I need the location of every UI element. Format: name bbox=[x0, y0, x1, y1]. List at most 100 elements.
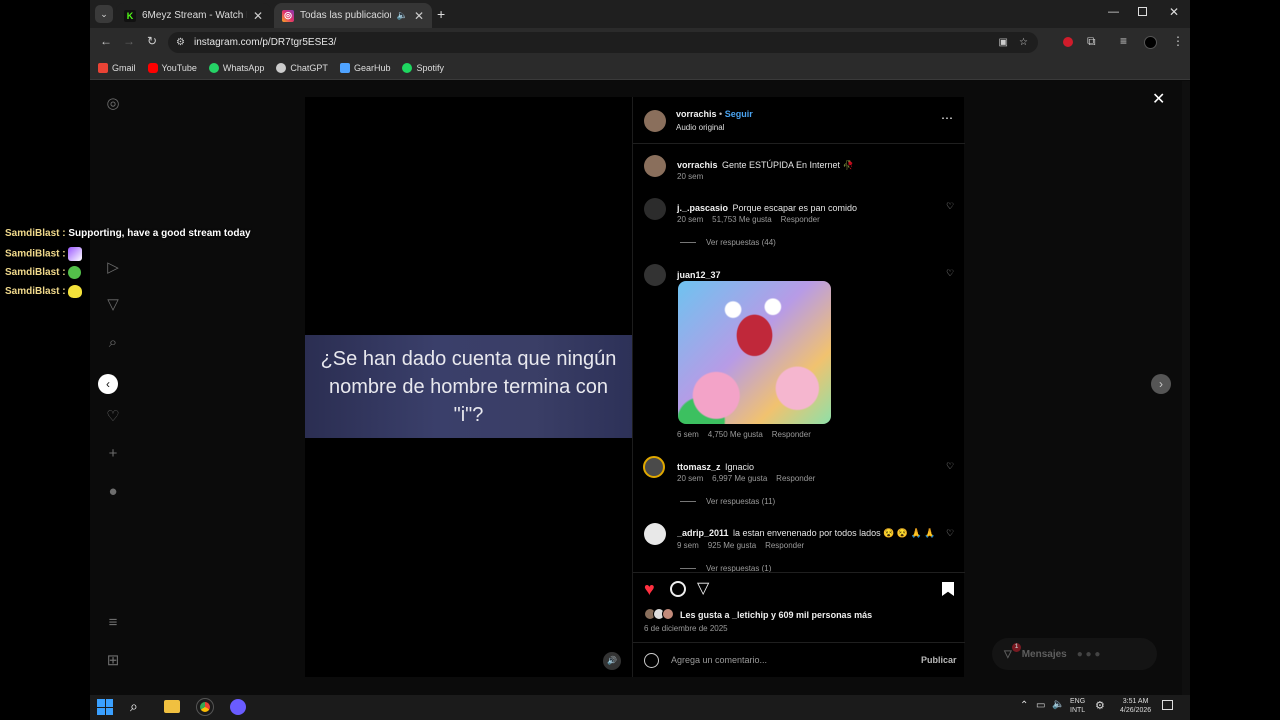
more-menu-icon[interactable]: ≡ bbox=[104, 614, 122, 632]
search-icon[interactable]: ⌕ bbox=[130, 698, 138, 715]
bookmark-star-icon[interactable]: ☆ bbox=[1019, 32, 1028, 53]
follow-button[interactable]: Seguir bbox=[725, 109, 753, 119]
page-scrollbar[interactable] bbox=[1182, 81, 1190, 695]
comment-username[interactable]: ttomasz_z bbox=[677, 462, 721, 472]
tab-instagram[interactable]: ◎ Todas las publicaciones • In 🔈 ✕ bbox=[274, 3, 432, 28]
notifications-icon[interactable]: ▽ bbox=[104, 296, 122, 314]
forward-icon[interactable]: → bbox=[123, 34, 135, 48]
more-options-icon[interactable]: ⋯ bbox=[941, 111, 953, 125]
like-heart-icon[interactable]: ♥ bbox=[644, 579, 655, 600]
post-video[interactable]: ¿Se han dado cuenta que ningún nombre de… bbox=[305, 97, 632, 677]
emoji-icon[interactable] bbox=[644, 653, 659, 668]
clock[interactable]: 3:51 AM 4/26/2026 bbox=[1120, 697, 1151, 715]
close-tab-icon[interactable]: ✕ bbox=[414, 9, 424, 23]
mute-tab-icon[interactable]: 🔈 bbox=[397, 10, 408, 21]
caption-username[interactable]: vorrachis bbox=[677, 160, 718, 170]
notification-icon[interactable] bbox=[1162, 700, 1173, 710]
bookmark-gmail[interactable]: Gmail bbox=[98, 62, 136, 73]
address-bar[interactable]: ⚙ instagram.com/p/DR7tgr5ESE3/ ▣ ☆ bbox=[168, 32, 1038, 53]
tray-chevron-icon[interactable]: ⌃ bbox=[1020, 700, 1028, 711]
next-post-button[interactable]: › bbox=[1151, 374, 1171, 394]
view-replies-text[interactable]: Ver respuestas (11) bbox=[706, 497, 775, 506]
tab-search-button[interactable]: ⌄ bbox=[95, 5, 113, 23]
comment-like-icon[interactable]: ♡ bbox=[946, 528, 956, 538]
comment-sticker-image[interactable] bbox=[678, 281, 831, 424]
reply-button[interactable]: Responder bbox=[776, 474, 815, 483]
profile-icon[interactable]: ● bbox=[104, 483, 122, 501]
avatar[interactable] bbox=[644, 264, 666, 286]
comment-likes[interactable]: 925 Me gusta bbox=[708, 541, 756, 550]
author-username[interactable]: vorrachis bbox=[676, 109, 717, 119]
settings-gear-icon[interactable]: ⚙ bbox=[1095, 699, 1105, 712]
view-replies[interactable]: Ver respuestas (44) bbox=[680, 238, 776, 247]
avatar[interactable] bbox=[644, 110, 666, 132]
comment-likes[interactable]: 6,997 Me gusta bbox=[712, 474, 767, 483]
tab-kick[interactable]: K 6Meyz Stream - Watch Live on ✕ bbox=[116, 3, 271, 28]
likes-summary[interactable]: Les gusta a _letichip y 609 mil personas… bbox=[680, 610, 872, 620]
site-info-icon[interactable]: ⚙ bbox=[176, 32, 185, 53]
also-from-meta-icon[interactable]: ⊞ bbox=[104, 652, 122, 670]
publish-button[interactable]: Publicar bbox=[921, 655, 957, 665]
comment-username[interactable]: juan12_37 bbox=[677, 270, 721, 280]
reply-button[interactable]: Responder bbox=[781, 215, 820, 224]
minimize-icon[interactable]: — bbox=[1108, 6, 1119, 18]
avatar[interactable] bbox=[644, 523, 666, 545]
search-icon[interactable]: ⌕ bbox=[104, 334, 122, 352]
bookmark-youtube[interactable]: YouTube bbox=[147, 62, 197, 73]
save-icon[interactable] bbox=[942, 582, 954, 596]
media-controls-icon[interactable]: ≡ bbox=[1120, 34, 1127, 48]
language-indicator[interactable]: ENG INTL bbox=[1070, 697, 1085, 715]
comment-username[interactable]: j._.pascasio bbox=[677, 203, 728, 213]
bookmark-chatgpt[interactable]: ChatGPT bbox=[276, 62, 328, 73]
chrome-icon[interactable] bbox=[196, 698, 214, 716]
avatar[interactable] bbox=[644, 155, 666, 177]
menu-icon[interactable]: ⋮ bbox=[1172, 34, 1184, 48]
comment-icon[interactable] bbox=[670, 581, 686, 597]
instagram-logo-icon[interactable]: ◎ bbox=[104, 95, 122, 113]
network-icon[interactable]: ▭ bbox=[1036, 700, 1045, 711]
view-replies-text[interactable]: Ver respuestas (44) bbox=[706, 238, 776, 247]
comment-username[interactable]: _adrip_2011 bbox=[677, 528, 729, 538]
comment-input[interactable]: Agrega un comentario... bbox=[671, 655, 767, 665]
volume-icon[interactable]: 🔈 bbox=[1052, 699, 1064, 710]
maximize-icon[interactable] bbox=[1138, 7, 1147, 16]
previous-post-button[interactable]: ‹ bbox=[98, 374, 118, 394]
bookmark-label: Gmail bbox=[112, 62, 136, 73]
close-window-icon[interactable]: ✕ bbox=[1169, 5, 1179, 19]
browser-window: ⌄ K 6Meyz Stream - Watch Live on ✕ ◎ Tod… bbox=[90, 0, 1190, 695]
new-tab-button[interactable]: + bbox=[437, 6, 445, 22]
reels-icon[interactable]: ▷ bbox=[104, 259, 122, 277]
cast-icon[interactable]: ▣ bbox=[999, 32, 1008, 53]
comment-like-icon[interactable]: ♡ bbox=[946, 268, 956, 278]
comment-like-icon[interactable]: ♡ bbox=[946, 461, 956, 471]
close-modal-icon[interactable]: ✕ bbox=[1152, 89, 1165, 109]
avatar[interactable] bbox=[644, 198, 666, 220]
avatar[interactable] bbox=[643, 456, 665, 478]
file-explorer-icon[interactable] bbox=[164, 700, 180, 713]
messages-button[interactable]: ▽ 1 Mensajes ● ● ● bbox=[992, 638, 1157, 670]
reply-button[interactable]: Responder bbox=[765, 541, 804, 550]
back-icon[interactable]: ← bbox=[100, 34, 112, 48]
audio-toggle-icon[interactable]: 🔊 bbox=[603, 652, 621, 670]
profile-avatar[interactable] bbox=[1144, 36, 1157, 49]
bookmark-whatsapp[interactable]: WhatsApp bbox=[208, 62, 264, 73]
caption: vorrachis Gente ESTÚPIDA En Internet 🥀 bbox=[677, 155, 947, 173]
extensions-icon[interactable]: ⧉ bbox=[1087, 34, 1096, 49]
bookmark-spotify[interactable]: Spotify bbox=[402, 62, 444, 73]
reload-icon[interactable]: ↻ bbox=[147, 34, 157, 48]
audio-label[interactable]: Audio original bbox=[676, 123, 724, 132]
chat-username: SamdiBlast : bbox=[5, 267, 66, 279]
reply-button[interactable]: Responder bbox=[772, 430, 811, 439]
comment-likes[interactable]: 4,750 Me gusta bbox=[708, 430, 763, 439]
share-icon[interactable]: ▽ bbox=[697, 578, 709, 598]
windows-start-icon[interactable] bbox=[97, 699, 113, 715]
bookmark-gearhub[interactable]: GearHub bbox=[339, 62, 390, 73]
heart-icon[interactable]: ♡ bbox=[104, 408, 122, 426]
close-tab-icon[interactable]: ✕ bbox=[253, 9, 263, 23]
comment-like-icon[interactable]: ♡ bbox=[946, 201, 956, 211]
comment-likes[interactable]: 51,753 Me gusta bbox=[712, 215, 772, 224]
create-icon[interactable]: + bbox=[104, 445, 122, 463]
discord-icon[interactable] bbox=[230, 699, 246, 715]
view-replies[interactable]: Ver respuestas (11) bbox=[680, 497, 775, 506]
extension-red-icon[interactable] bbox=[1063, 37, 1073, 47]
